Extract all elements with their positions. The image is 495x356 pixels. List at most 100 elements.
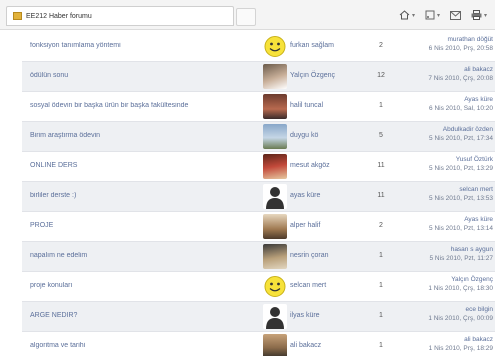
table-row: Birim araştırma ödevin duygu kö 5 Abdulk… bbox=[22, 122, 495, 152]
author-link[interactable]: mesut akgöz bbox=[290, 162, 358, 169]
table-row: sosyal ödevin bir başka ürün bir başka f… bbox=[22, 92, 495, 122]
reply-count: 1 bbox=[379, 252, 383, 259]
last-post: murathan döğüt 6 Nis 2010, Prş, 20:58 bbox=[389, 35, 493, 53]
last-post-date[interactable]: 7 Nis 2010, Çrş, 20:08 bbox=[389, 74, 493, 83]
avatar[interactable] bbox=[263, 244, 287, 269]
table-row: ARGE NEDİR? ilyas küre 1 ece bilgin 1 Ni… bbox=[22, 302, 495, 332]
author-link[interactable]: selcan mert bbox=[290, 282, 358, 289]
avatar[interactable] bbox=[263, 64, 287, 89]
browser-tab[interactable]: EE212 Haber forumu bbox=[6, 6, 234, 26]
reply-count: 2 bbox=[379, 42, 383, 49]
table-row: napalım ne edelim nesrin çoran 1 hasan s… bbox=[22, 242, 495, 272]
home-icon bbox=[399, 10, 410, 20]
author-link[interactable]: nesrin çoran bbox=[290, 252, 358, 259]
author-link[interactable]: ayas küre bbox=[290, 192, 358, 199]
print-tool[interactable]: ▾ bbox=[471, 10, 487, 20]
last-post-author[interactable]: Yusuf Öztürk bbox=[389, 155, 493, 164]
last-post-author[interactable]: hasan s aygun bbox=[389, 245, 493, 254]
reply-count: 1 bbox=[379, 102, 383, 109]
last-post-date[interactable]: 5 Nis 2010, Pzt, 13:14 bbox=[389, 224, 493, 233]
last-post-author[interactable]: Yalçın Özgenç bbox=[389, 275, 493, 284]
author-link[interactable]: furkan sağlam bbox=[290, 42, 358, 49]
last-post-author[interactable]: murathan döğüt bbox=[389, 35, 493, 44]
reply-count: 1 bbox=[379, 312, 383, 319]
last-post-date[interactable]: 1 Nis 2010, Çrş, 00:09 bbox=[389, 314, 493, 323]
avatar[interactable] bbox=[263, 124, 287, 149]
last-post-date[interactable]: 1 Nis 2010, Çrş, 18:30 bbox=[389, 284, 493, 293]
last-post-author[interactable]: ali bakacz bbox=[389, 335, 493, 344]
topic-link[interactable]: ödülün sonu bbox=[30, 72, 260, 79]
forum-topic-table: fonksiyon tanımlama yöntemi furkan sağla… bbox=[22, 32, 495, 356]
topic-link[interactable]: sosyal ödevin bir başka ürün bir başka f… bbox=[30, 102, 260, 109]
topic-link[interactable]: napalım ne edelim bbox=[30, 252, 260, 259]
topic-link[interactable]: fonksiyon tanımlama yöntemi bbox=[30, 42, 260, 49]
last-post-date[interactable]: 5 Nis 2010, Pzt, 13:29 bbox=[389, 164, 493, 173]
topic-link[interactable]: Birim araştırma ödevin bbox=[30, 132, 260, 139]
last-post-author[interactable]: Ayas küre bbox=[389, 215, 493, 224]
last-post-author[interactable]: ali bakacz bbox=[389, 65, 493, 74]
last-post: selcan mert 5 Nis 2010, Pzt, 13:53 bbox=[389, 185, 493, 203]
topic-link[interactable]: ONLINE DERS bbox=[30, 162, 260, 169]
user-silhouette-icon[interactable] bbox=[263, 184, 287, 209]
print-icon bbox=[471, 10, 482, 20]
reply-count: 1 bbox=[379, 342, 383, 349]
table-row: ONLINE DERS mesut akgöz 11 Yusuf Öztürk … bbox=[22, 152, 495, 182]
last-post-date[interactable]: 5 Nis 2010, Pzt, 11:27 bbox=[389, 254, 493, 263]
last-post-author[interactable]: selcan mert bbox=[389, 185, 493, 194]
chevron-down-icon: ▾ bbox=[411, 12, 415, 19]
last-post-author[interactable]: ece bilgin bbox=[389, 305, 493, 314]
author-link[interactable]: Yalçın Özgenç bbox=[290, 72, 358, 79]
author-link[interactable]: alper halif bbox=[290, 222, 358, 229]
last-post: ali bakacz 7 Nis 2010, Çrş, 20:08 bbox=[389, 65, 493, 83]
reply-count: 5 bbox=[379, 132, 383, 139]
browser-toolbar: EE212 Haber forumu ▾ ▾ ▾ bbox=[0, 0, 495, 30]
author-link[interactable]: halil tuncal bbox=[290, 102, 358, 109]
author-link[interactable]: ali bakacz bbox=[290, 342, 358, 349]
topic-link[interactable]: algoritma ve tarihi bbox=[30, 342, 260, 349]
last-post: Abdulkadir özden 5 Nis 2010, Pzt, 17:34 bbox=[389, 125, 493, 143]
last-post-date[interactable]: 1 Nis 2010, Prş, 18:29 bbox=[389, 344, 493, 353]
new-tab-button[interactable] bbox=[236, 8, 256, 26]
table-row: fonksiyon tanımlama yöntemi furkan sağla… bbox=[22, 32, 495, 62]
topic-link[interactable]: ARGE NEDİR? bbox=[30, 312, 260, 319]
toolbar-tools: ▾ ▾ ▾ bbox=[399, 10, 487, 20]
last-post-date[interactable]: 6 Nis 2010, Prş, 20:58 bbox=[389, 44, 493, 53]
feeds-tool[interactable]: ▾ bbox=[425, 10, 440, 20]
forum-favicon-icon bbox=[13, 12, 22, 20]
feed-icon bbox=[425, 10, 435, 20]
avatar[interactable] bbox=[263, 154, 287, 179]
last-post: Ayas küre 6 Nis 2010, Sal, 10:20 bbox=[389, 95, 493, 113]
last-post-date[interactable]: 5 Nis 2010, Pzt, 17:34 bbox=[389, 134, 493, 143]
topic-link[interactable]: birliler derste :) bbox=[30, 192, 260, 199]
author-link[interactable]: duygu kö bbox=[290, 132, 358, 139]
user-silhouette-icon[interactable] bbox=[263, 304, 287, 329]
mail-tool[interactable] bbox=[449, 10, 461, 20]
avatar[interactable] bbox=[263, 214, 287, 239]
chevron-down-icon: ▾ bbox=[483, 12, 487, 19]
reply-count: 11 bbox=[377, 162, 385, 169]
reply-count: 11 bbox=[377, 192, 385, 199]
reply-count: 2 bbox=[379, 222, 383, 229]
table-row: algoritma ve tarihi ali bakacz 1 ali bak… bbox=[22, 332, 495, 356]
last-post: Yusuf Öztürk 5 Nis 2010, Pzt, 13:29 bbox=[389, 155, 493, 173]
author-link[interactable]: ilyas küre bbox=[290, 312, 358, 319]
last-post-date[interactable]: 6 Nis 2010, Sal, 10:20 bbox=[389, 104, 493, 113]
home-tool[interactable]: ▾ bbox=[399, 10, 415, 20]
tab-title: EE212 Haber forumu bbox=[26, 12, 92, 20]
topic-link[interactable]: proje konuları bbox=[30, 282, 260, 289]
avatar[interactable] bbox=[263, 94, 287, 119]
smiley-icon[interactable] bbox=[263, 34, 287, 59]
topic-link[interactable]: PROJE bbox=[30, 222, 260, 229]
avatar[interactable] bbox=[263, 334, 287, 356]
last-post: Ayas küre 5 Nis 2010, Pzt, 13:14 bbox=[389, 215, 493, 233]
table-row: PROJE alper halif 2 Ayas küre 5 Nis 2010… bbox=[22, 212, 495, 242]
last-post-author[interactable]: Abdulkadir özden bbox=[389, 125, 493, 134]
last-post: hasan s aygun 5 Nis 2010, Pzt, 11:27 bbox=[389, 245, 493, 263]
last-post: Yalçın Özgenç 1 Nis 2010, Çrş, 18:30 bbox=[389, 275, 493, 293]
last-post: ali bakacz 1 Nis 2010, Prş, 18:29 bbox=[389, 335, 493, 353]
last-post-date[interactable]: 5 Nis 2010, Pzt, 13:53 bbox=[389, 194, 493, 203]
smiley-icon[interactable] bbox=[263, 274, 287, 299]
chevron-down-icon: ▾ bbox=[436, 12, 440, 19]
last-post-author[interactable]: Ayas küre bbox=[389, 95, 493, 104]
last-post: ece bilgin 1 Nis 2010, Çrş, 00:09 bbox=[389, 305, 493, 323]
